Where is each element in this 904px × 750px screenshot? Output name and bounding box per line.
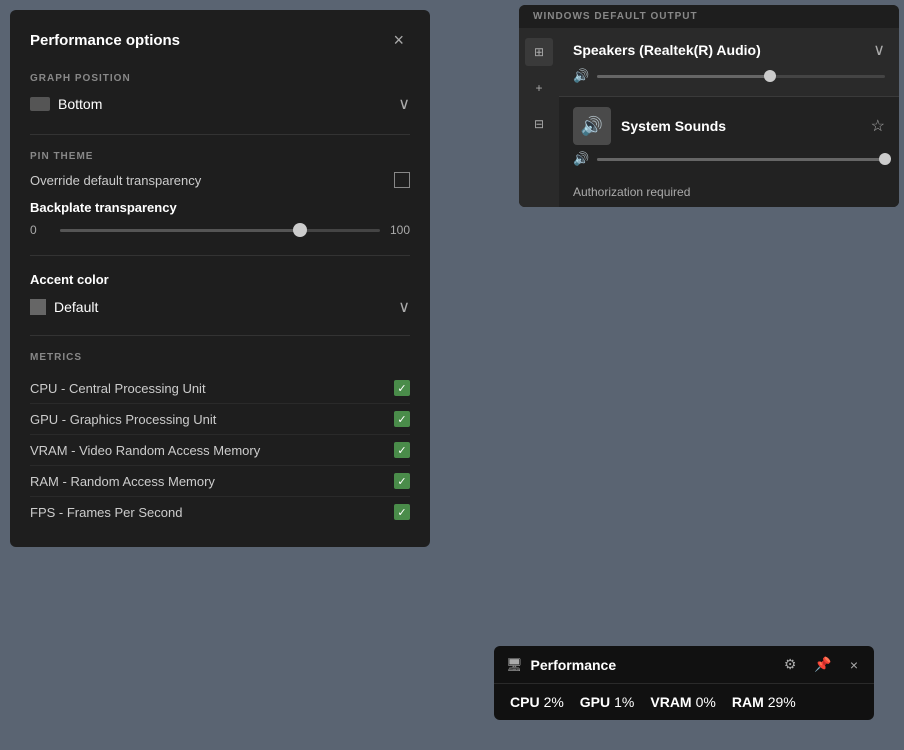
metric-row-fps: FPS - Frames Per Second xyxy=(30,497,410,527)
audio-main-content: Speakers (Realtek(R) Audio) ∨ 🔊 🔊 System… xyxy=(559,28,899,207)
override-transparency-row: Override default transparency xyxy=(30,172,410,188)
graph-position-icon xyxy=(30,97,50,111)
speakers-name: Speakers (Realtek(R) Audio) xyxy=(573,42,761,58)
accent-left: Default xyxy=(30,299,98,315)
close-button[interactable]: × xyxy=(387,28,410,53)
perf-widget-actions: ⚙ 📌 × xyxy=(780,654,862,675)
slider-thumb[interactable] xyxy=(293,223,307,237)
perf-pin-button[interactable]: 📌 xyxy=(810,654,835,675)
perf-stat-gpu: GPU 1% xyxy=(580,694,635,710)
metric-cpu-label: CPU - Central Processing Unit xyxy=(30,381,206,396)
perf-stat-vram: VRAM 0% xyxy=(650,694,715,710)
metric-vram-checkbox[interactable] xyxy=(394,442,410,458)
perf-widget-title-row: 🖥 Performance xyxy=(506,657,616,673)
perf-cpu-label: CPU xyxy=(510,694,540,710)
audio-content-area: ⊞ + ⊟ Speakers (Realtek(R) Audio) ∨ 🔊 xyxy=(519,28,899,207)
metrics-list: CPU - Central Processing Unit GPU - Grap… xyxy=(30,373,410,527)
metric-vram-label: VRAM - Video Random Access Memory xyxy=(30,443,260,458)
metric-cpu-checkbox[interactable] xyxy=(394,380,410,396)
graph-position-dropdown-row: Bottom ∨ xyxy=(30,94,410,114)
system-slider-thumb[interactable] xyxy=(879,153,891,165)
perf-widget-header: 🖥 Performance ⚙ 📌 × xyxy=(494,646,874,684)
auth-required-text: Authorization required xyxy=(573,185,690,199)
audio-panel-title: WINDOWS DEFAULT OUTPUT xyxy=(533,11,698,22)
system-sounds-star[interactable]: ☆ xyxy=(871,116,885,136)
perf-vram-label: VRAM xyxy=(650,694,691,710)
panel-title: Performance options xyxy=(30,32,180,49)
speakers-chevron[interactable]: ∨ xyxy=(873,40,885,60)
graph-position-chevron[interactable]: ∨ xyxy=(398,94,410,114)
speakers-slider-track[interactable] xyxy=(597,75,885,78)
system-sounds-row: 🔊 System Sounds ☆ xyxy=(559,97,899,145)
backplate-slider-track[interactable] xyxy=(60,229,380,232)
perf-stat-cpu: CPU 2% xyxy=(510,694,564,710)
graph-position-text: Bottom xyxy=(58,96,102,112)
backplate-slider-container: 0 100 xyxy=(30,223,410,237)
perf-stats-row: CPU 2% GPU 1% VRAM 0% RAM 29% xyxy=(494,684,874,720)
metric-row-cpu: CPU - Central Processing Unit xyxy=(30,373,410,404)
audio-panel: WINDOWS DEFAULT OUTPUT ⊞ + ⊟ Speakers (R… xyxy=(519,5,899,207)
volume-icon-system: 🔊 xyxy=(573,151,589,167)
metric-ram-checkbox[interactable] xyxy=(394,473,410,489)
metrics-label: METRICS xyxy=(30,352,410,363)
audio-icon-2[interactable]: + xyxy=(525,74,553,102)
metric-gpu-checkbox[interactable] xyxy=(394,411,410,427)
metric-gpu-label: GPU - Graphics Processing Unit xyxy=(30,412,216,427)
perf-ram-value: 29% xyxy=(768,694,796,710)
audio-icon-1[interactable]: ⊞ xyxy=(525,38,553,66)
audio-icon-3[interactable]: ⊟ xyxy=(525,110,553,138)
system-sounds-name: System Sounds xyxy=(621,118,861,134)
slider-fill xyxy=(60,229,300,232)
perf-gpu-label: GPU xyxy=(580,694,610,710)
accent-color-row: Default ∨ xyxy=(30,297,410,317)
auth-required-row: Authorization required xyxy=(559,177,899,207)
perf-settings-button[interactable]: ⚙ xyxy=(780,654,801,675)
metric-fps-checkbox[interactable] xyxy=(394,504,410,520)
divider-3 xyxy=(30,335,410,336)
pin-theme-label: PIN THEME xyxy=(30,151,410,162)
accent-color-section: Accent color Default ∨ xyxy=(30,272,410,317)
system-sounds-slider-track[interactable] xyxy=(597,158,885,161)
speakers-slider-fill xyxy=(597,75,770,78)
accent-color-swatch xyxy=(30,299,46,315)
slider-min: 0 xyxy=(30,223,50,237)
metric-ram-label: RAM - Random Access Memory xyxy=(30,474,215,489)
perf-vram-value: 0% xyxy=(696,694,716,710)
perf-close-button[interactable]: × xyxy=(846,655,862,675)
metric-row-gpu: GPU - Graphics Processing Unit xyxy=(30,404,410,435)
perf-ram-label: RAM xyxy=(732,694,764,710)
perf-gpu-value: 1% xyxy=(614,694,634,710)
panel-header: Performance options × xyxy=(30,28,410,53)
accent-color-heading: Accent color xyxy=(30,272,410,287)
accent-chevron[interactable]: ∨ xyxy=(398,297,410,317)
volume-icon-speakers: 🔊 xyxy=(573,68,589,84)
speakers-slider-row: 🔊 xyxy=(559,68,899,96)
metric-row-ram: RAM - Random Access Memory xyxy=(30,466,410,497)
performance-options-panel: Performance options × GRAPH POSITION Bot… xyxy=(10,10,430,547)
override-transparency-checkbox[interactable] xyxy=(394,172,410,188)
graph-position-label: GRAPH POSITION xyxy=(30,73,410,84)
perf-cpu-value: 2% xyxy=(544,694,564,710)
perf-stat-ram: RAM 29% xyxy=(732,694,796,710)
override-transparency-label: Override default transparency xyxy=(30,173,201,188)
audio-panel-header: WINDOWS DEFAULT OUTPUT xyxy=(519,5,899,28)
speaker-icon: 🔊 xyxy=(581,116,603,137)
perf-widget-title: Performance xyxy=(531,657,617,673)
metric-row-vram: VRAM - Video Random Access Memory xyxy=(30,435,410,466)
speakers-row: Speakers (Realtek(R) Audio) ∨ xyxy=(559,28,899,68)
audio-left-icons: ⊞ + ⊟ xyxy=(519,28,559,207)
perf-monitor-icon: 🖥 xyxy=(506,657,523,673)
system-sounds-icon-box: 🔊 xyxy=(573,107,611,145)
backplate-label: Backplate transparency xyxy=(30,200,410,215)
system-sounds-slider-row: 🔊 xyxy=(559,145,899,177)
speakers-slider-thumb[interactable] xyxy=(764,70,776,82)
metric-fps-label: FPS - Frames Per Second xyxy=(30,505,182,520)
performance-widget: 🖥 Performance ⚙ 📌 × CPU 2% GPU 1% VRAM 0… xyxy=(494,646,874,720)
divider-2 xyxy=(30,255,410,256)
system-slider-fill xyxy=(597,158,885,161)
divider-1 xyxy=(30,134,410,135)
slider-max: 100 xyxy=(390,223,410,237)
graph-position-value: Bottom xyxy=(30,96,102,112)
accent-color-value: Default xyxy=(54,299,98,315)
